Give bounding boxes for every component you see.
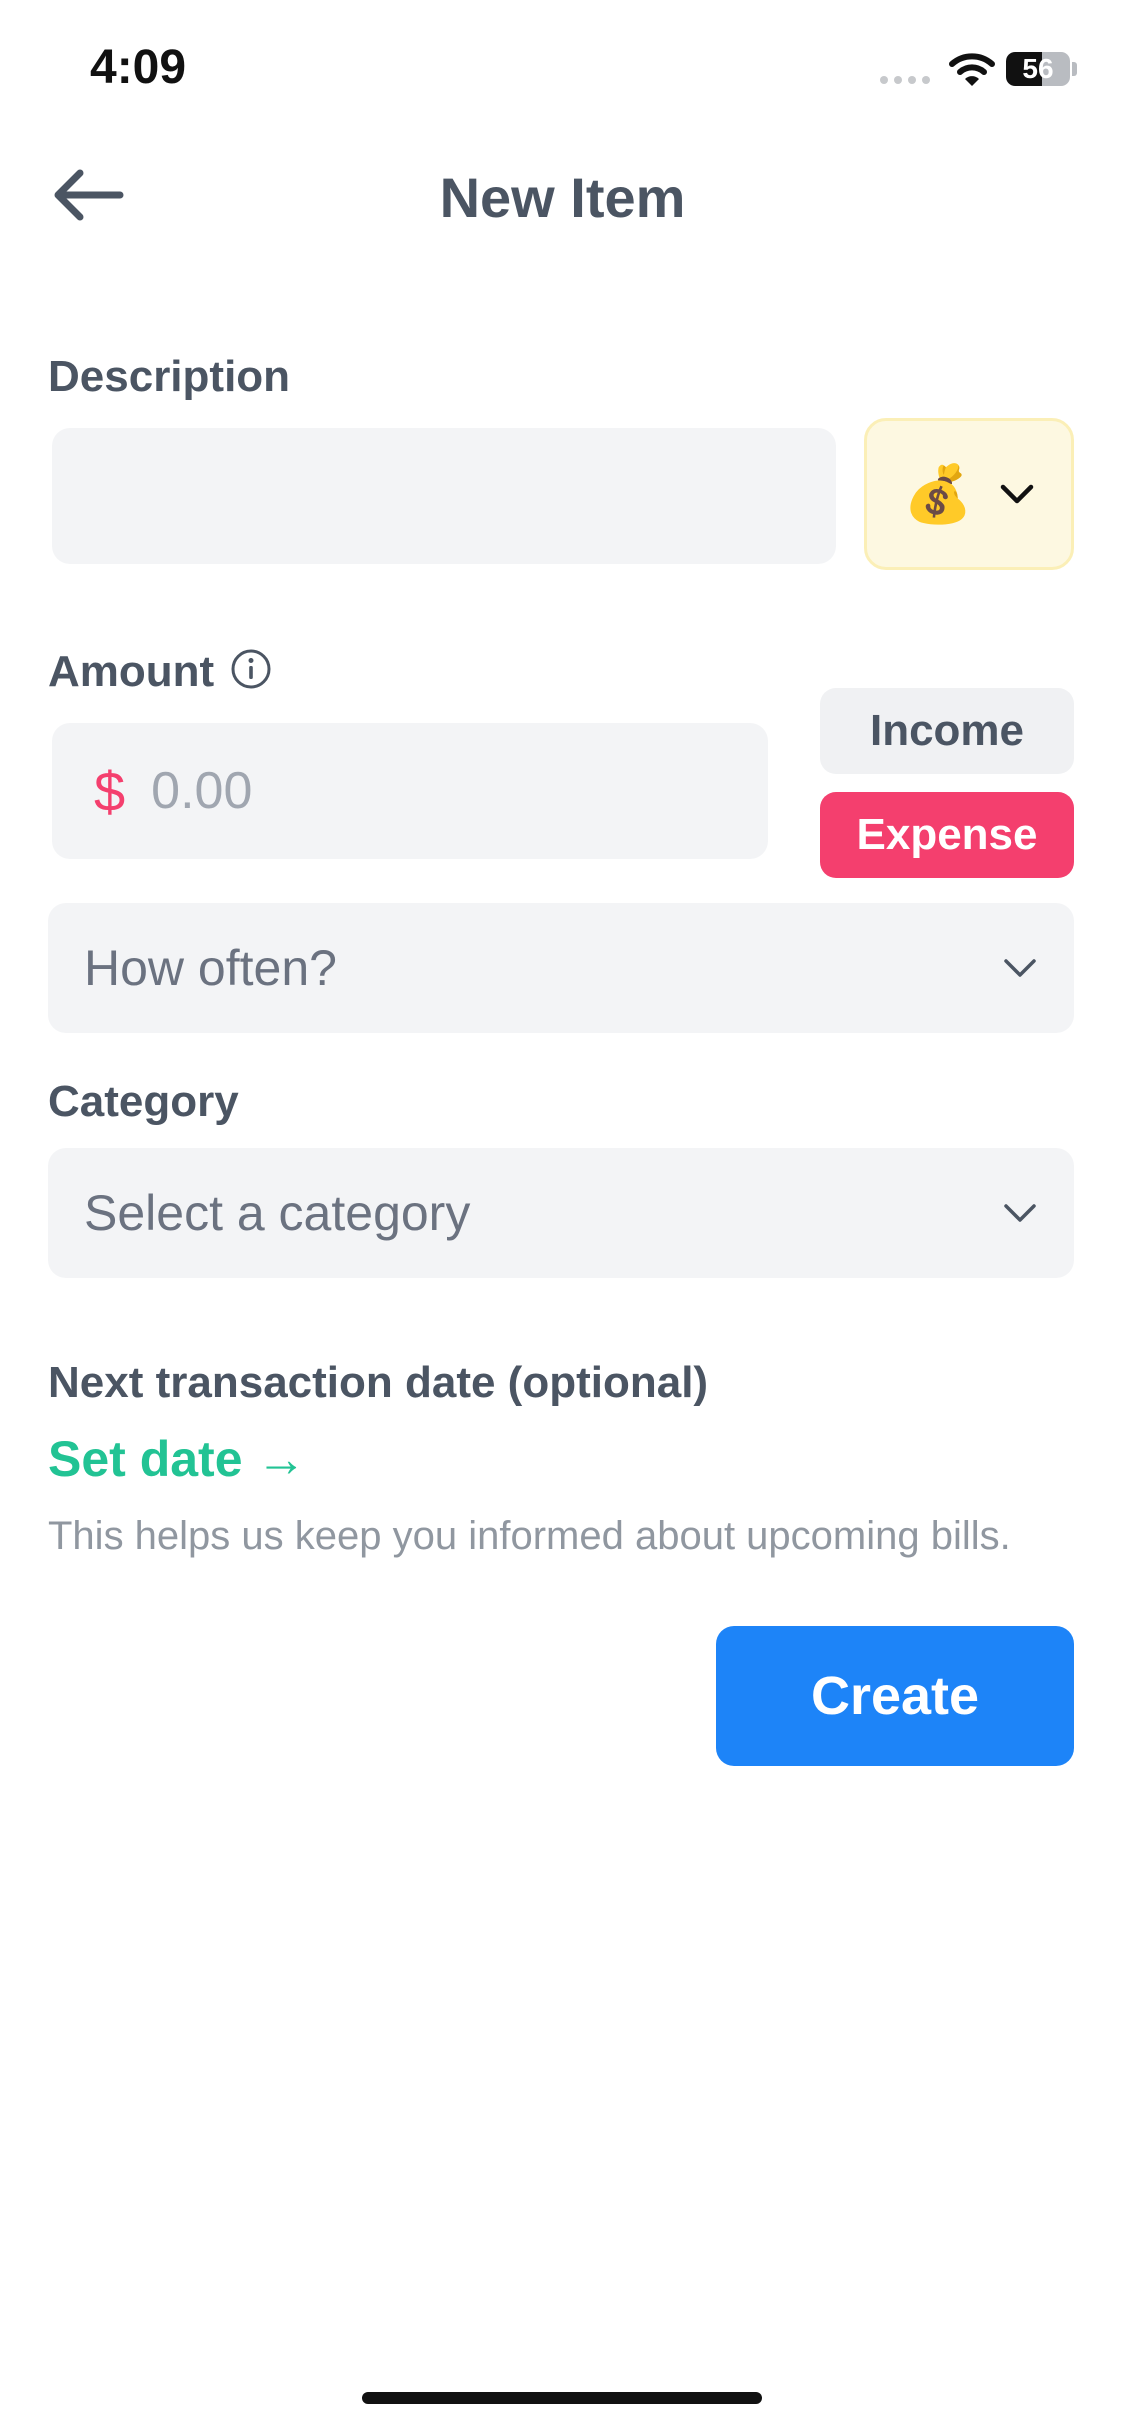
battery-icon: 56 (1006, 52, 1070, 86)
category-label: Category (48, 1077, 239, 1126)
description-input[interactable] (52, 428, 836, 564)
emoji-picker-button[interactable]: 💰 (864, 418, 1074, 570)
info-icon[interactable] (230, 648, 272, 690)
status-time: 4:09 (90, 41, 187, 94)
wifi-icon (949, 53, 995, 86)
set-date-link[interactable]: Set date → (48, 1430, 306, 1488)
description-label: Description (48, 352, 291, 401)
set-date-link-label: Set date (48, 1431, 243, 1487)
chevron-down-icon (1004, 959, 1036, 977)
frequency-select-placeholder: How often? (84, 940, 337, 996)
page-title: New Item (439, 166, 686, 229)
arrow-right-icon: → (256, 1431, 307, 1487)
expense-button[interactable]: Expense (820, 792, 1074, 878)
battery-level: 56 (1022, 53, 1054, 84)
chevron-down-icon (1004, 1204, 1036, 1222)
income-button[interactable]: Income (820, 688, 1074, 774)
chevron-down-icon (1000, 484, 1034, 504)
category-select[interactable]: Select a category (48, 1148, 1074, 1278)
cellular-signal-icon (880, 76, 932, 86)
frequency-select[interactable]: How often? (48, 903, 1074, 1033)
next-date-helper-text: This helps us keep you informed about up… (48, 1514, 1011, 1558)
currency-symbol: $ (94, 759, 126, 823)
amount-field[interactable]: $ (52, 723, 768, 859)
category-select-placeholder: Select a category (84, 1185, 471, 1241)
battery-cap (1072, 62, 1077, 76)
home-indicator (362, 2392, 762, 2404)
money-bag-icon: 💰 (903, 462, 973, 525)
next-date-label: Next transaction date (optional) (48, 1358, 709, 1407)
amount-label: Amount (48, 647, 215, 696)
amount-input[interactable] (149, 760, 714, 822)
create-button[interactable]: Create (716, 1626, 1074, 1766)
